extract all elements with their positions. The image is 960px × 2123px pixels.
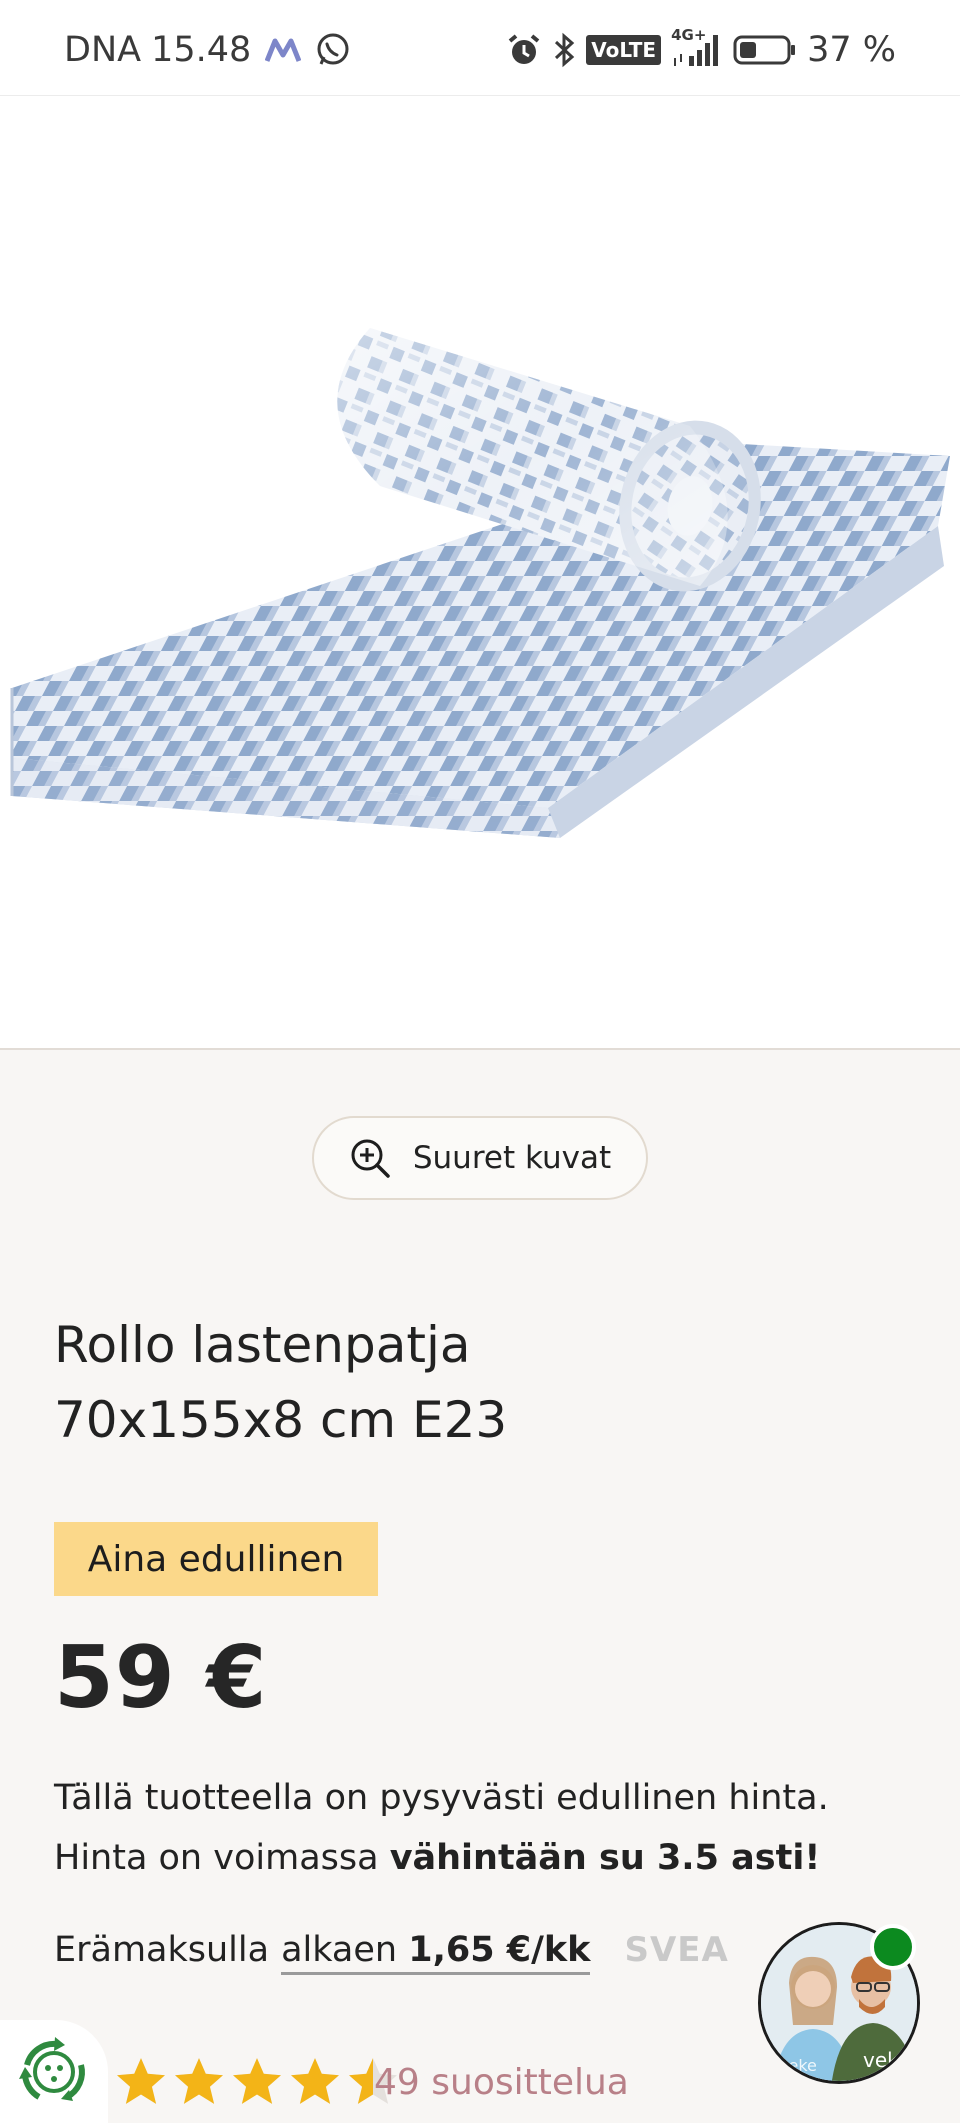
- large-images-label: Suuret kuvat: [412, 1140, 612, 1176]
- bluetooth-icon: [552, 32, 576, 68]
- carrier-label: DNA: [64, 30, 142, 70]
- veke-shirt-text: veke: [863, 2048, 910, 2072]
- installment-link[interactable]: alkaen 1,65 €/kk: [281, 1930, 591, 1975]
- zoom-in-icon: [349, 1137, 391, 1179]
- clock: 15.48: [151, 30, 252, 70]
- installment-amount: 1,65 €/kk: [408, 1930, 591, 1970]
- product-title-line1: Rollo lastenpatja: [54, 1316, 471, 1374]
- product-image-gallery[interactable]: [0, 96, 960, 1050]
- recycle-icon: [17, 2035, 91, 2109]
- veke-shirt-text-2: veke: [779, 2056, 817, 2075]
- price-valid-until: vähintään su 3.5 asti!: [389, 1838, 821, 1878]
- signal-icon: 4G+: [671, 26, 723, 68]
- online-status-dot: [870, 1924, 916, 1970]
- price-description-line2-prefix: Hinta on voimassa: [54, 1838, 390, 1878]
- large-images-button[interactable]: Suuret kuvat: [312, 1116, 648, 1200]
- volte-label: VoLTE: [591, 38, 657, 62]
- recommendation-count[interactable]: 49 suosittelua: [374, 2062, 629, 2103]
- recycle-button[interactable]: [0, 2020, 108, 2123]
- signal-label: 4G+: [671, 26, 707, 44]
- product-title: Rollo lastenpatja 70x155x8 cm E23: [54, 1308, 754, 1458]
- star-icon: [117, 2058, 165, 2104]
- status-bar: DNA 15.48 VoLTE 4G+ 37 %: [0, 0, 960, 96]
- rating-stars[interactable]: [114, 2056, 400, 2106]
- alarm-icon: [506, 32, 542, 68]
- product-price: 59 €: [54, 1628, 268, 1728]
- rolled-mattress-image: [10, 328, 950, 838]
- price-description: Tällä tuotteella on pysyvästi edullinen …: [54, 1768, 904, 1888]
- installment-info: Erämaksulla alkaen 1,65 €/kk SVEA: [54, 1930, 729, 1975]
- installment-prefix: Erämaksulla: [54, 1930, 270, 1970]
- whatsapp-icon: [315, 32, 351, 68]
- volte-icon: VoLTE: [586, 35, 662, 65]
- star-icon: [233, 2058, 281, 2104]
- battery-icon: [733, 32, 797, 68]
- status-bar-left: DNA 15.48: [64, 30, 351, 70]
- product-title-line2: 70x155x8 cm E23: [54, 1391, 508, 1449]
- price-description-line1: Tällä tuotteella on pysyvästi edullinen …: [54, 1778, 829, 1818]
- star-icon: [175, 2058, 223, 2104]
- price-badge: Aina edullinen: [54, 1522, 378, 1596]
- price-badge-label: Aina edullinen: [87, 1538, 345, 1580]
- battery-percent: 37 %: [807, 30, 896, 70]
- star-icon: [291, 2058, 339, 2104]
- installment-link-text: alkaen: [281, 1930, 398, 1970]
- svea-logo: SVEA: [624, 1930, 729, 1970]
- status-bar-right: VoLTE 4G+ 37 %: [506, 26, 896, 70]
- m-app-icon: [265, 37, 302, 63]
